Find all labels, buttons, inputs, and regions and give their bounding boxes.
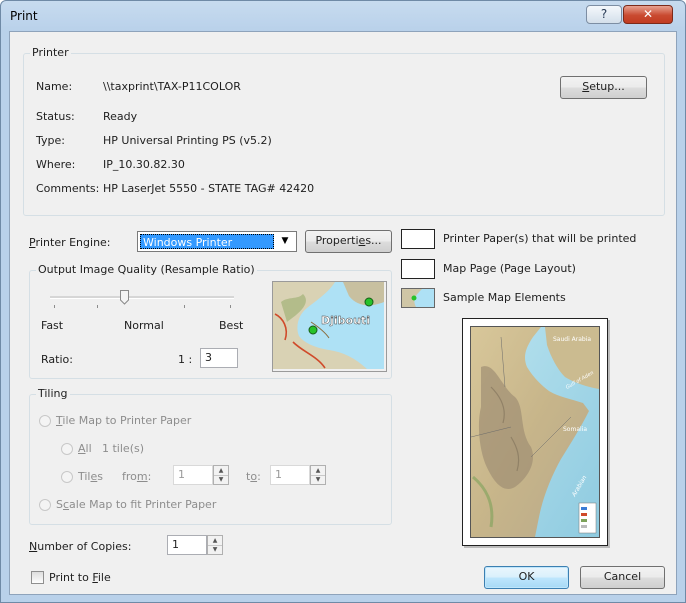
tiles-from-label: from: bbox=[122, 470, 152, 483]
tiles-to-input[interactable]: 1 bbox=[270, 465, 310, 485]
page-preview-map: Saudi Arabia Gulf of Aden Somalia Arabia… bbox=[470, 326, 600, 538]
properties-button[interactable]: Properties... bbox=[305, 230, 392, 253]
dialog-title: Print bbox=[10, 9, 38, 23]
printer-comments-label: Comments: bbox=[36, 182, 100, 195]
map-label-saudi-arabia: Saudi Arabia bbox=[553, 336, 591, 343]
help-icon: ? bbox=[600, 7, 608, 21]
printer-name-label: Name: bbox=[36, 80, 73, 93]
scale-map-radio[interactable] bbox=[39, 499, 51, 511]
tiles-to-label: to: bbox=[246, 470, 261, 483]
printer-type-value: HP Universal Printing PS (v5.2) bbox=[103, 134, 272, 147]
help-button[interactable]: ? bbox=[586, 5, 622, 24]
slider-tick bbox=[230, 305, 231, 308]
print-to-file-label: Print to File bbox=[49, 571, 111, 584]
stepper-down-icon[interactable]: ▼ bbox=[311, 475, 325, 484]
tiles-range-label: Tiles bbox=[78, 470, 104, 483]
printer-name-value: \\taxprint\TAX-P11COLOR bbox=[103, 80, 241, 93]
cancel-button[interactable]: Cancel bbox=[580, 566, 665, 589]
copies-stepper[interactable]: ▲ ▼ bbox=[207, 535, 223, 555]
quality-best-label: Best bbox=[219, 319, 244, 332]
printer-type-label: Type: bbox=[36, 134, 65, 147]
all-tiles-radio[interactable] bbox=[61, 443, 73, 455]
page-preview: Saudi Arabia Gulf of Aden Somalia Arabia… bbox=[462, 318, 608, 546]
printer-status-value: Ready bbox=[103, 110, 138, 123]
all-tiles-label: All bbox=[78, 442, 92, 455]
ratio-input[interactable]: 3 bbox=[200, 348, 238, 368]
tiles-from-input[interactable]: 1 bbox=[173, 465, 213, 485]
ratio-prefix: 1 : bbox=[178, 353, 193, 366]
ok-button[interactable]: OK bbox=[484, 566, 569, 589]
title-bar[interactable]: Print ? ✕ bbox=[1, 1, 685, 31]
map-page-legend: Map Page (Page Layout) bbox=[443, 262, 576, 275]
printer-group: Printer Name: \\taxprint\TAX-P11COLOR St… bbox=[23, 46, 665, 216]
sample-elements-swatch bbox=[401, 288, 435, 308]
output-quality-group: Output Image Quality (Resample Ratio) Fa… bbox=[29, 263, 392, 379]
scale-map-label: Scale Map to fit Printer Paper bbox=[56, 498, 217, 511]
ratio-label: Ratio: bbox=[41, 353, 73, 366]
tiles-to-stepper[interactable]: ▲ ▼ bbox=[310, 465, 326, 485]
slider-tick bbox=[184, 305, 185, 308]
printer-group-label: Printer bbox=[30, 46, 71, 59]
chevron-down-icon[interactable]: ▼ bbox=[276, 233, 294, 250]
printer-engine-label: Printer Engine: bbox=[29, 236, 111, 249]
map-page-swatch bbox=[401, 259, 435, 279]
print-dialog: Print ? ✕ Printer Name: \\taxprint\TAX-P… bbox=[0, 0, 686, 603]
stepper-down-icon[interactable]: ▼ bbox=[214, 475, 228, 484]
tiles-from-stepper[interactable]: ▲ ▼ bbox=[213, 465, 229, 485]
tile-map-label: Tile Map to Printer Paper bbox=[56, 414, 192, 427]
setup-button[interactable]: Setup... bbox=[560, 76, 647, 99]
quality-normal-label: Normal bbox=[124, 319, 164, 332]
tiling-group-label: Tiling bbox=[36, 387, 70, 400]
map-label-somalia: Somalia bbox=[563, 426, 587, 433]
tiling-group: Tiling Tile Map to Printer Paper All 1 t… bbox=[29, 387, 392, 525]
close-icon: ✕ bbox=[642, 7, 654, 21]
print-to-file-checkbox[interactable] bbox=[31, 571, 44, 584]
copies-input[interactable]: 1 bbox=[167, 535, 207, 555]
printer-engine-selected: Windows Printer bbox=[140, 234, 274, 249]
tile-map-radio[interactable] bbox=[39, 415, 51, 427]
printer-where-value: IP_10.30.82.30 bbox=[103, 158, 185, 171]
printer-paper-legend: Printer Paper(s) that will be printed bbox=[443, 232, 637, 245]
quality-slider-thumb[interactable] bbox=[119, 290, 129, 305]
close-button[interactable]: ✕ bbox=[623, 5, 673, 24]
tile-count-text: 1 tile(s) bbox=[102, 442, 145, 455]
quality-slider-track[interactable] bbox=[50, 296, 234, 299]
stepper-down-icon[interactable]: ▼ bbox=[208, 545, 222, 554]
tiles-range-radio[interactable] bbox=[61, 471, 73, 483]
sample-elements-legend: Sample Map Elements bbox=[443, 291, 566, 304]
preview-city-label: Djibouti bbox=[321, 314, 370, 327]
printer-paper-swatch bbox=[401, 229, 435, 249]
slider-tick bbox=[54, 305, 55, 308]
output-quality-group-label: Output Image Quality (Resample Ratio) bbox=[36, 263, 257, 276]
dialog-client-area: Printer Name: \\taxprint\TAX-P11COLOR St… bbox=[9, 31, 677, 595]
printer-comments-value: HP LaserJet 5550 - STATE TAG# 42420 bbox=[103, 182, 315, 195]
quality-fast-label: Fast bbox=[41, 319, 64, 332]
printer-where-label: Where: bbox=[36, 158, 76, 171]
printer-status-label: Status: bbox=[36, 110, 75, 123]
printer-engine-combo[interactable]: Windows Printer ▼ bbox=[137, 231, 297, 252]
quality-preview-map: Djibouti bbox=[272, 281, 387, 372]
copies-label: Number of Copies: bbox=[29, 540, 132, 553]
slider-tick bbox=[97, 305, 98, 308]
